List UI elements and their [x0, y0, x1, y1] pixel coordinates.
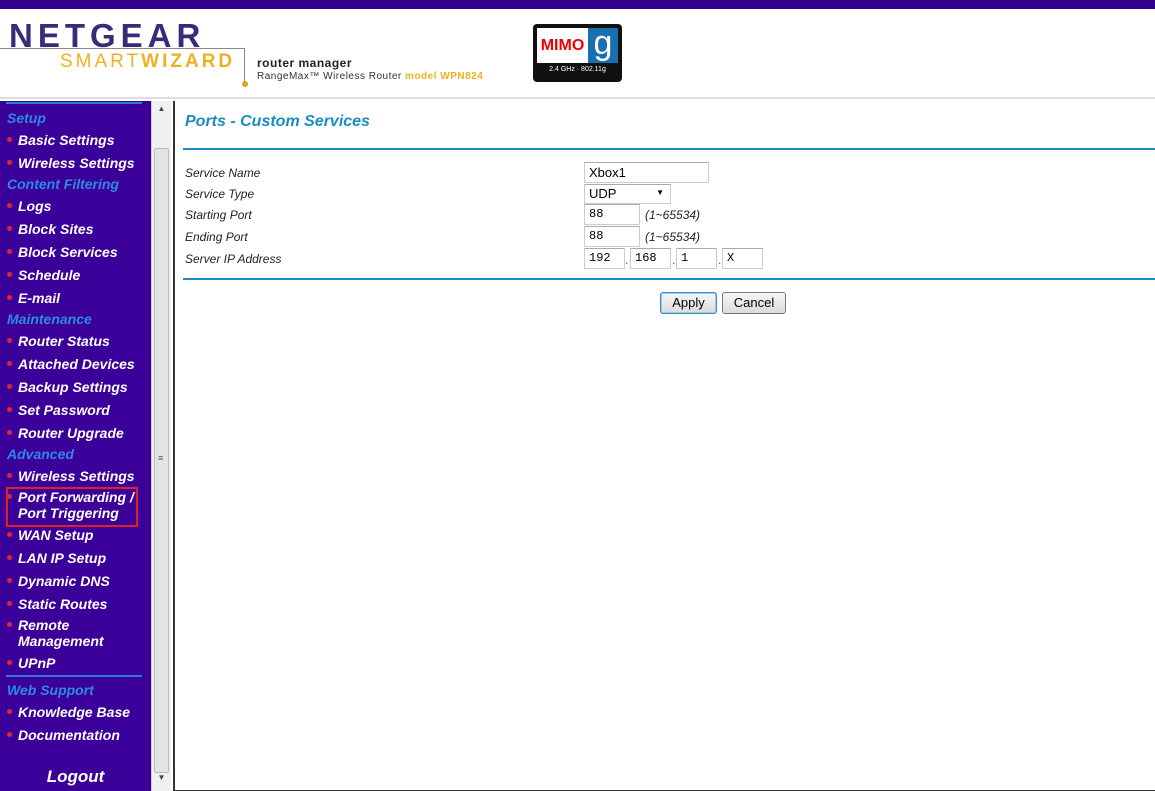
nav-wireless-settings[interactable]: Wireless Settings — [7, 155, 135, 171]
product-name: RangeMax™ Wireless Router model WPN824 — [257, 71, 483, 82]
nav-email[interactable]: E-mail — [6, 290, 60, 306]
sidebar-scrollbar[interactable]: ▲ ≡ ▼ — [151, 101, 171, 791]
ip-octet-3[interactable]: 1 — [676, 248, 717, 269]
logo-smart: SMART — [60, 51, 142, 72]
nav-remote-management[interactable]: Remote Management — [7, 617, 108, 649]
starting-port-input[interactable]: 88 — [584, 204, 640, 225]
apply-button[interactable]: Apply — [660, 292, 717, 314]
logout-link[interactable]: Logout — [0, 767, 151, 787]
nav-block-sites[interactable]: Block Sites — [6, 221, 93, 237]
ip-dot: . — [625, 253, 629, 267]
ip-octet-4[interactable]: X — [722, 248, 763, 269]
highlight-box — [6, 487, 138, 527]
nav-router-status[interactable]: Router Status — [7, 333, 110, 349]
model-label: model WPN824 — [405, 71, 484, 82]
scroll-thumb[interactable]: ≡ — [154, 148, 169, 773]
divider — [183, 148, 1155, 150]
nav-dynamic-dns[interactable]: Dynamic DNS — [7, 573, 110, 589]
nav-upnp[interactable]: UPnP — [6, 655, 55, 671]
nav-documentation[interactable]: Documentation — [7, 727, 120, 743]
service-type-value: UDP — [589, 186, 617, 201]
ending-port-input[interactable]: 88 — [584, 226, 640, 247]
product-label: RangeMax™ Wireless Router — [257, 71, 402, 82]
main-content: Ports - Custom Services Service Name Xbo… — [173, 101, 1155, 791]
nav-adv-wireless-settings[interactable]: Wireless Settings — [7, 468, 135, 484]
nav-block-services[interactable]: Block Services — [7, 244, 118, 260]
nav-schedule[interactable]: Schedule — [6, 267, 80, 283]
nav-wan-setup[interactable]: WAN Setup — [6, 527, 93, 543]
nav-static-routes[interactable]: Static Routes — [6, 596, 107, 612]
ip-octet-2[interactable]: 168 — [630, 248, 671, 269]
server-ip-label: Server IP Address — [185, 252, 282, 266]
section-web-support: Web Support — [7, 682, 94, 698]
starting-port-label: Starting Port — [185, 208, 252, 222]
g-text: g — [588, 26, 618, 63]
section-content-filtering: Content Filtering — [7, 176, 119, 192]
nav-basic-settings[interactable]: Basic Settings — [6, 132, 114, 148]
scroll-down-icon[interactable]: ▼ — [152, 773, 171, 789]
mimo-badge: MIMO g 2.4 GHz · 802.11g — [533, 24, 622, 82]
page-title: Ports - Custom Services — [185, 113, 370, 130]
freq-text: 2.4 GHz · 802.11g — [549, 66, 606, 73]
logo-wizard: WIZARD — [141, 51, 236, 72]
scroll-up-icon[interactable]: ▲ — [152, 104, 171, 120]
nav-attached-devices[interactable]: Attached Devices — [7, 356, 135, 372]
smartwizard-logo: SMARTWIZARD — [60, 51, 235, 73]
grip-icon: ≡ — [158, 453, 164, 463]
divider — [6, 675, 142, 677]
starting-port-hint: (1~65534) — [645, 208, 701, 222]
ip-dot: . — [672, 253, 676, 267]
nav-backup-settings[interactable]: Backup Settings — [7, 379, 128, 395]
nav-lan-ip-setup[interactable]: LAN IP Setup — [6, 550, 106, 566]
nav-knowledge-base[interactable]: Knowledge Base — [6, 704, 130, 720]
section-setup: Setup — [7, 110, 46, 126]
ending-port-hint: (1~65534) — [645, 230, 701, 244]
ending-port-label: Ending Port — [185, 230, 248, 244]
divider — [6, 102, 142, 104]
divider — [183, 278, 1155, 280]
router-manager-label: router manager — [257, 56, 353, 70]
section-advanced: Advanced — [7, 446, 74, 462]
service-name-input[interactable]: Xbox1 — [584, 162, 709, 183]
service-name-label: Service Name — [185, 166, 261, 180]
nav-router-upgrade[interactable]: Router Upgrade — [7, 425, 124, 441]
ip-dot: . — [718, 253, 722, 267]
sidebar-nav: Setup Basic Settings Wireless Settings C… — [0, 101, 151, 791]
logo-dot-icon — [242, 81, 248, 87]
header: NETGEAR SMARTWIZARD router manager Range… — [0, 9, 1155, 99]
nav-set-password[interactable]: Set Password — [7, 402, 110, 418]
service-type-select[interactable]: UDP ▼ — [584, 184, 671, 204]
mimo-text: MIMO — [537, 28, 588, 63]
nav-logs[interactable]: Logs — [6, 198, 51, 214]
cancel-button[interactable]: Cancel — [722, 292, 786, 314]
ip-octet-1[interactable]: 192 — [584, 248, 625, 269]
top-bar — [0, 0, 1155, 9]
section-maintenance: Maintenance — [7, 311, 92, 327]
service-type-label: Service Type — [185, 187, 255, 201]
chevron-down-icon: ▼ — [656, 188, 664, 197]
